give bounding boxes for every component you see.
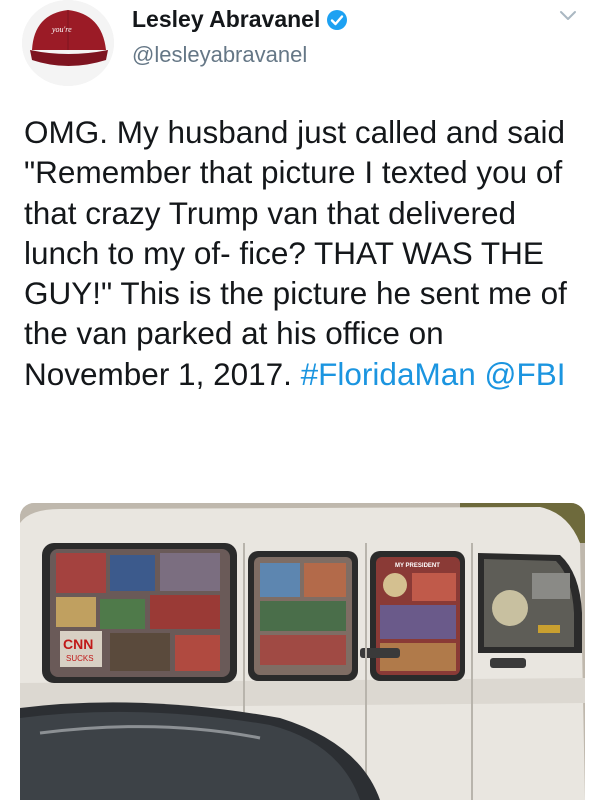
van-sign-text: MY PRESIDENT <box>395 563 440 569</box>
display-name-row: Lesley Abravanel <box>132 6 348 33</box>
sucks-sticker-text: SUCKS <box>66 654 94 663</box>
chevron-down-icon[interactable] <box>558 8 578 24</box>
cnn-sticker-text: CNN <box>63 636 93 652</box>
tweet-text: OMG. My husband just called and said "Re… <box>24 112 580 394</box>
cap-avatar-image: you're <box>22 0 114 86</box>
avatar-cap-text: you're <box>51 25 72 34</box>
tweet-body: OMG. My husband just called and said "Re… <box>24 114 567 392</box>
tweet-header: you're Lesley Abravanel @lesleyabravanel <box>0 0 594 100</box>
mention-link[interactable]: @FBI <box>485 356 566 392</box>
verified-badge-icon <box>326 9 348 31</box>
display-name[interactable]: Lesley Abravanel <box>132 6 320 33</box>
tweet-media-image[interactable]: CNN SUCKS MY PRESIDENT <box>20 503 585 800</box>
hashtag-link[interactable]: #FloridaMan <box>301 356 476 392</box>
van-photo: CNN SUCKS MY PRESIDENT <box>20 503 585 800</box>
user-handle[interactable]: @lesleyabravanel <box>132 42 307 68</box>
avatar[interactable]: you're <box>22 0 114 86</box>
